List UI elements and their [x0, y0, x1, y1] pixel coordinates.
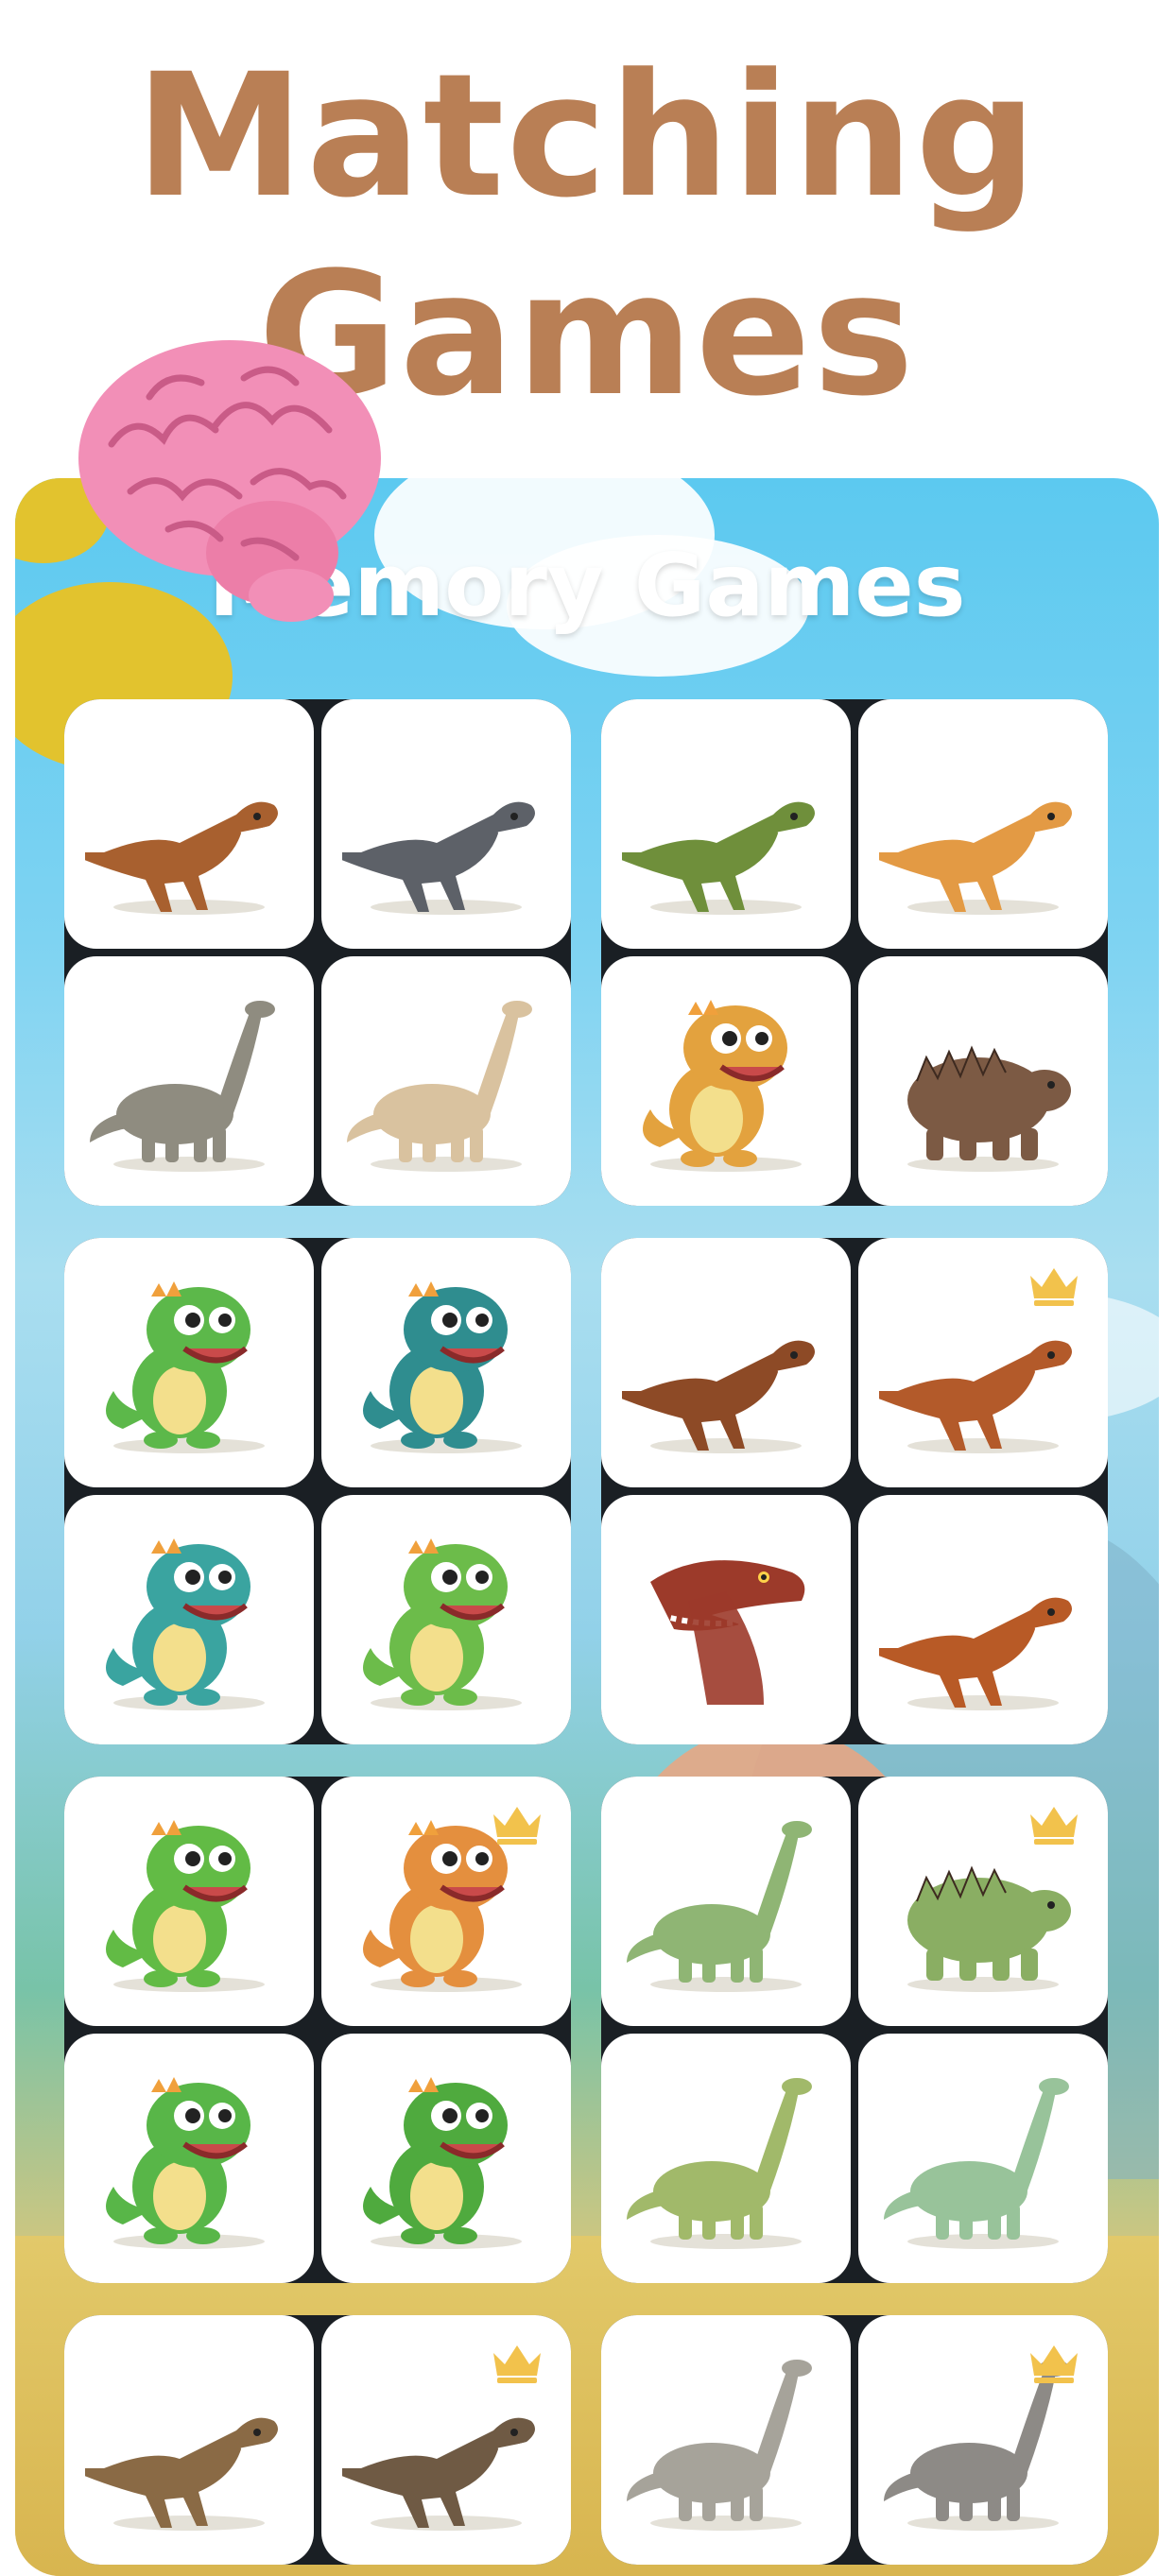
dinosaur-image	[106, 1820, 265, 1992]
crown-premium-icon	[1030, 1807, 1078, 1845]
dinosaur-image	[884, 2078, 1069, 2249]
card-group	[601, 1238, 1108, 1744]
dinosaur-image	[650, 1560, 805, 1705]
memory-card-cartoon-orange[interactable]	[321, 1777, 571, 2026]
memory-card-trex-green-realistic[interactable]	[601, 699, 851, 949]
dinosaur-image	[363, 2077, 522, 2249]
memory-card-trex-brown-orange[interactable]	[64, 699, 314, 949]
memory-card-raptor-orange[interactable]	[858, 699, 1108, 949]
crown-premium-icon	[493, 2345, 541, 2383]
dinosaur-image	[627, 2078, 812, 2249]
memory-card-brachiosaur-green[interactable]	[601, 2034, 851, 2283]
dinosaur-image	[347, 1001, 532, 1172]
dinosaur-image	[342, 801, 535, 915]
dinosaur-image	[879, 801, 1072, 915]
memory-card-raptor-feathered[interactable]	[858, 1238, 1108, 1487]
memory-card-sauropod-grey[interactable]	[64, 956, 314, 1206]
dinosaur-image	[106, 1538, 265, 1710]
memory-card-cartoon-teal[interactable]	[321, 1238, 571, 1487]
card-group	[64, 2315, 571, 2565]
memory-card-sauropod-beige[interactable]	[321, 956, 571, 1206]
memory-card-ankylosaur-brown[interactable]	[858, 956, 1108, 1206]
title-line-1: Matching	[134, 38, 1040, 235]
dinosaur-image	[879, 1597, 1072, 1710]
dinosaur-image	[106, 2077, 265, 2249]
memory-card-cartoon-green-smile[interactable]	[64, 1777, 314, 2026]
dinosaur-image	[363, 1281, 522, 1453]
crown-premium-icon	[1030, 2345, 1078, 2383]
memory-card-cartoon-teal-big[interactable]	[64, 1495, 314, 1744]
dinosaur-image	[85, 2417, 278, 2531]
memory-card-cartoon-green-purple[interactable]	[321, 1495, 571, 1744]
dinosaur-image	[643, 1000, 802, 1172]
memory-card-stegosaur-green[interactable]	[858, 1777, 1108, 2026]
card-group	[601, 1777, 1108, 2283]
dinosaur-image	[622, 1340, 815, 1453]
card-group	[64, 699, 571, 1206]
memory-card-sauropod-landscape-2[interactable]	[858, 2315, 1108, 2565]
memory-card-trex-head-red[interactable]	[601, 1495, 851, 1744]
memory-card-brachiosaur-pale-green[interactable]	[858, 2034, 1108, 2283]
dinosaur-image	[85, 801, 278, 915]
card-group	[601, 2315, 1108, 2565]
memory-card-raptor-brown[interactable]	[601, 1238, 851, 1487]
memory-card-raptor-orange-feathered[interactable]	[858, 1495, 1108, 1744]
memory-card-sauropod-green[interactable]	[601, 1777, 851, 2026]
card-group	[64, 1777, 571, 2283]
crown-premium-icon	[493, 1807, 541, 1845]
memory-card-trex-grey[interactable]	[321, 699, 571, 949]
card-group	[64, 1238, 571, 1744]
memory-card-cartoon-orange-spiked[interactable]	[601, 956, 851, 1206]
brain-icon	[74, 312, 395, 633]
dinosaur-image	[90, 1001, 275, 1172]
memory-card-cartoon-green-big[interactable]	[321, 2034, 571, 2283]
dinosaur-image	[627, 2360, 812, 2531]
memory-card-trex-realistic-brown[interactable]	[64, 2315, 314, 2565]
card-group	[601, 699, 1108, 1206]
dinosaur-image	[363, 1538, 522, 1710]
memory-card-sauropod-landscape[interactable]	[601, 2315, 851, 2565]
dinosaur-image	[907, 1045, 1071, 1172]
dinosaur-image	[622, 801, 815, 915]
memory-card-cartoon-green-small[interactable]	[64, 2034, 314, 2283]
dinosaur-image	[627, 1821, 812, 1992]
dinosaur-image	[106, 1281, 265, 1453]
memory-card-trex-realistic-dark[interactable]	[321, 2315, 571, 2565]
memory-card-cartoon-green-orange[interactable]	[64, 1238, 314, 1487]
crown-premium-icon	[1030, 1268, 1078, 1306]
